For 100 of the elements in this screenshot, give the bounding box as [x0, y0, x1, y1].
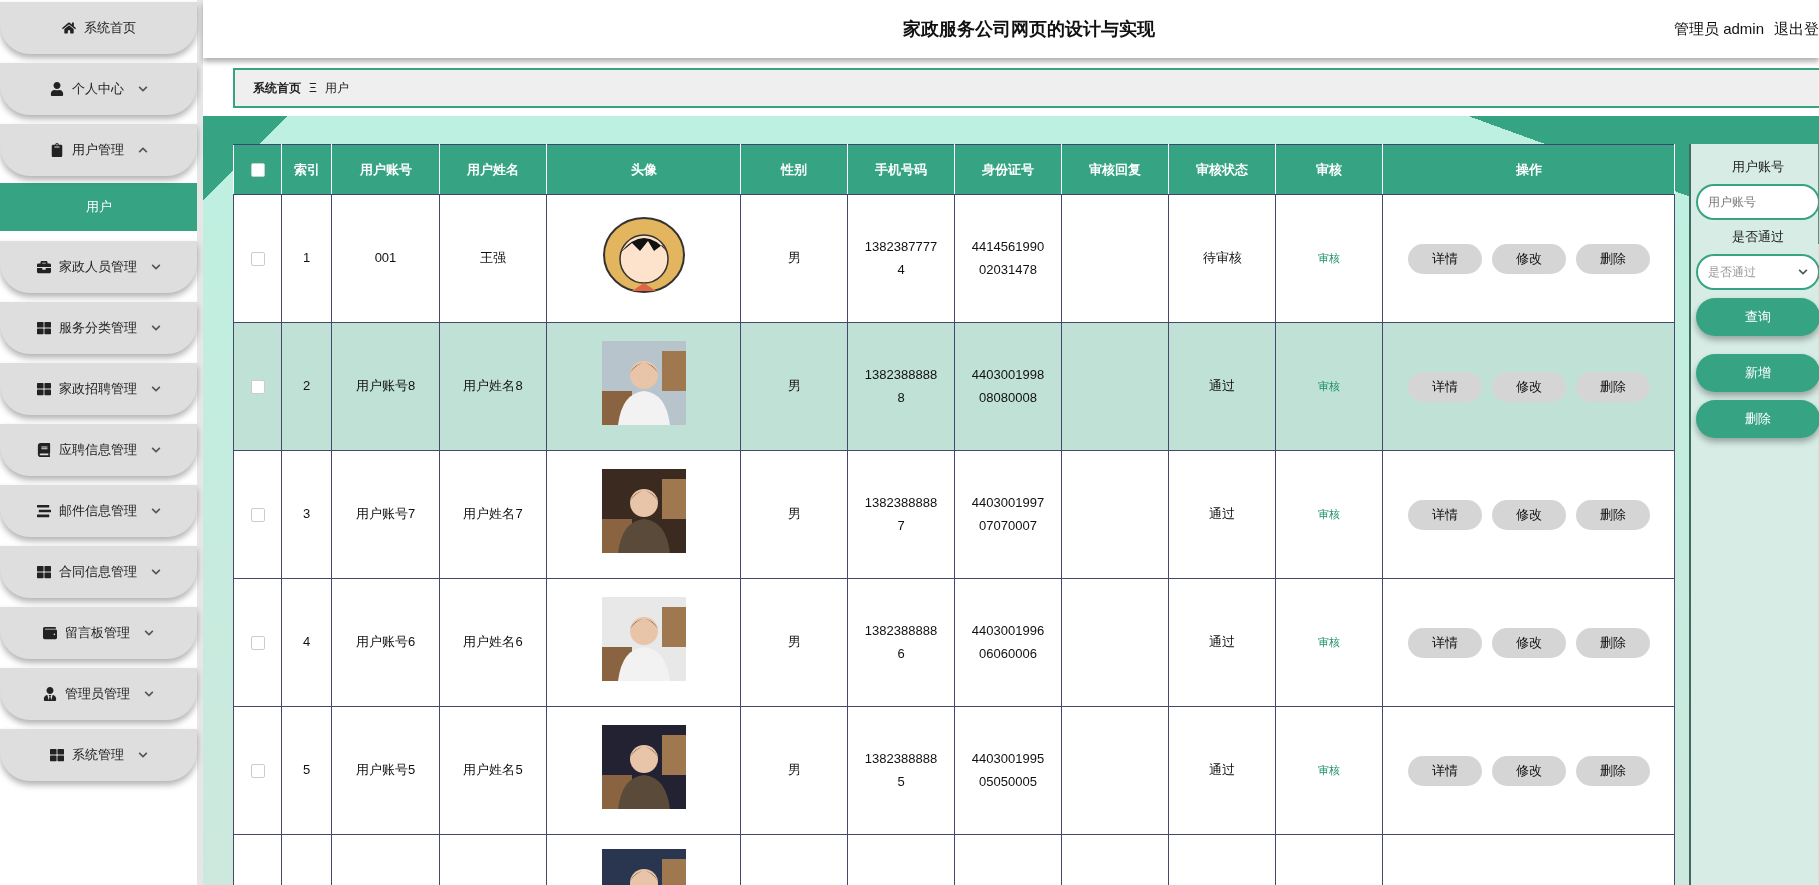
field-label: 是否通过 — [1731, 228, 1784, 246]
table-cell: 13823877774 — [847, 194, 955, 323]
table-cell: 用户账号6 — [331, 578, 440, 707]
column-header: 性别 — [740, 144, 848, 195]
action-button[interactable]: 修改 — [1491, 627, 1566, 658]
sidebar-item[interactable]: 服务分类管理 — [0, 302, 197, 354]
table-cell: 通过 — [1168, 706, 1276, 835]
table-cell: 王强 — [439, 194, 547, 323]
action-button[interactable]: 删除 — [1575, 371, 1650, 402]
table-row[interactable]: 2 用户账号8 用户姓名8 男 13823888888 440300199808080008 通过 审核 详情 修改 删除 — [233, 322, 1675, 451]
column-header: 索引 — [281, 144, 332, 195]
grid-icon — [36, 382, 51, 396]
table-cell: 男 — [740, 578, 848, 707]
table-cell: 用户姓名6 — [439, 578, 547, 707]
column-header: 审核状态 — [1168, 144, 1276, 195]
row-checkbox[interactable] — [250, 380, 265, 394]
action-button[interactable]: 详情 — [1407, 755, 1482, 786]
table-cell: 3 — [281, 450, 332, 579]
action-button[interactable]: 详情 — [1407, 371, 1482, 402]
sidebar-item[interactable]: 邮件信息管理 — [0, 485, 197, 537]
table-cell: 用户账号8 — [331, 322, 440, 451]
column-header: 审核回复 — [1061, 144, 1169, 195]
column-header: 审核 — [1275, 144, 1383, 195]
action-button[interactable]: 删除 — [1575, 627, 1650, 658]
table-cell: 441456199002031478 — [954, 194, 1062, 323]
sidebar-item[interactable]: 系统管理 — [0, 729, 197, 781]
action-button[interactable]: 修改 — [1491, 755, 1566, 786]
table-row[interactable]: 1 001 王强 男 13823877774 441456199002031478 待审核 审核 详情 修改 删除 — [233, 194, 1675, 323]
chevron-icon — [1797, 267, 1808, 277]
sidebar-item[interactable]: 家政招聘管理 — [0, 363, 197, 415]
logout-link[interactable]: 退出登 — [1774, 19, 1819, 39]
user-name: 管理员 admin — [1673, 19, 1764, 39]
column-header: 用户姓名 — [439, 144, 547, 195]
table-cell: 001 — [331, 194, 440, 323]
sidebar-item-label: 邮件信息管理 — [58, 502, 137, 520]
table-cell: 用户姓名7 — [439, 450, 547, 579]
column-header: 操作 — [1382, 144, 1675, 195]
sidebar-item-label: 应聘信息管理 — [58, 441, 137, 459]
user-icon — [49, 82, 64, 96]
sidebar-item-label: 留言板管理 — [65, 624, 130, 642]
sidebar-item[interactable]: 管理员管理 — [0, 668, 197, 720]
sidebar-item[interactable]: 个人中心 — [0, 63, 197, 115]
sidebar-item-label: 系统首页 — [83, 19, 136, 37]
review-link[interactable]: 审核 — [1318, 252, 1340, 265]
sidebar-item-label: 个人中心 — [71, 80, 124, 98]
table-row[interactable]: 4 用户账号6 用户姓名6 男 13823888886 440300199606060006 通过 审核 详情 修改 删除 — [233, 578, 1675, 707]
table-cell: 13823888888 — [847, 322, 955, 451]
table-cell: 1 — [281, 194, 332, 323]
action-button[interactable]: 修改 — [1491, 499, 1566, 530]
action-button[interactable]: 修改 — [1491, 371, 1566, 402]
select-all-checkbox[interactable] — [250, 163, 265, 178]
list-icon — [36, 504, 51, 518]
table-row[interactable]: 3 用户账号7 用户姓名7 男 13823888887 440300199707070007 通过 审核 详情 修改 删除 — [233, 450, 1675, 579]
column-header: 手机号码 — [847, 144, 955, 195]
sidebar-item-label: 服务分类管理 — [58, 319, 137, 337]
row-checkbox[interactable] — [250, 252, 265, 266]
table-cell: 4 — [281, 578, 332, 707]
action-button[interactable]: 详情 — [1407, 499, 1482, 530]
table-cell: 男 — [740, 706, 848, 835]
action-button[interactable]: 删除 — [1575, 755, 1650, 786]
table-row[interactable]: 5 用户账号5 用户姓名5 男 13823888885 440300199505050005 通过 审核 详情 修改 删除 — [233, 706, 1675, 835]
sidebar-item[interactable]: 家政人员管理 — [0, 241, 197, 293]
table-cell: 440300199505050005 — [954, 706, 1062, 835]
sidebar-item-label: 系统管理 — [71, 746, 124, 764]
review-link[interactable]: 审核 — [1318, 508, 1340, 521]
table-cell: 440300199707070007 — [954, 450, 1062, 579]
table-cell: 待审核 — [1168, 194, 1276, 323]
row-checkbox[interactable] — [250, 764, 265, 778]
action-button[interactable]: 详情 — [1407, 243, 1482, 274]
page-title: 家政服务公司网页的设计与实现 — [903, 18, 1155, 41]
table-cell: 通过 — [1168, 450, 1276, 579]
home-icon — [61, 21, 76, 35]
breadcrumb-home[interactable]: 系统首页 — [253, 79, 301, 97]
action-button[interactable]: 删除 — [1575, 243, 1650, 274]
table-cell: 13823888885 — [847, 706, 955, 835]
sidebar-item[interactable]: 系统首页 — [0, 2, 197, 54]
column-header: 头像 — [546, 144, 741, 195]
column-header: 用户账号 — [331, 144, 440, 195]
action-button[interactable]: 删除 — [1575, 499, 1650, 530]
book-icon — [36, 443, 51, 457]
action-button[interactable]: 修改 — [1491, 243, 1566, 274]
table-cell: 通过 — [1168, 322, 1276, 451]
review-link[interactable]: 审核 — [1318, 764, 1340, 777]
table-cell: 用户姓名8 — [439, 322, 547, 451]
account-input[interactable]: 用户账号 — [1695, 184, 1819, 220]
table-cell: 用户账号5 — [331, 706, 440, 835]
table-cell: 440300199808080008 — [954, 322, 1062, 451]
sidebar-item[interactable]: 用户管理 — [0, 124, 197, 176]
row-checkbox[interactable] — [250, 636, 265, 650]
sidebar-item[interactable]: 合同信息管理 — [0, 546, 197, 598]
person-icon — [43, 687, 57, 701]
action-button[interactable]: 详情 — [1407, 627, 1482, 658]
row-checkbox[interactable] — [250, 508, 265, 522]
table-cell: 男 — [740, 322, 848, 451]
sidebar-item-label: 家政人员管理 — [58, 258, 137, 276]
review-link[interactable]: 审核 — [1318, 636, 1340, 649]
sidebar-item[interactable]: 应聘信息管理 — [0, 424, 197, 476]
table-cell: 用户账号7 — [331, 450, 440, 579]
sidebar-item[interactable]: 留言板管理 — [0, 607, 197, 659]
clipboard-icon — [49, 143, 64, 157]
